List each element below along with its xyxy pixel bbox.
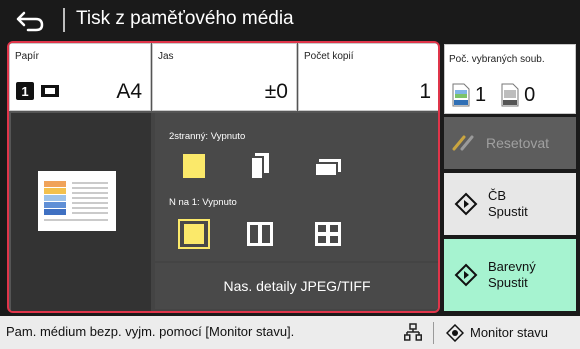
duplex-off-option[interactable] [177, 151, 211, 181]
short-edge-duplex-icon [314, 159, 341, 177]
nup-2-option[interactable] [243, 219, 277, 249]
four-pages-per-sheet-icon [315, 222, 341, 246]
back-arrow-icon [16, 11, 44, 32]
options-panel: 2stranný: Vypnuto N na 1: Vypnuto [155, 113, 438, 261]
color-start-button[interactable]: Barevný Spustit [444, 239, 576, 311]
two-pages-per-sheet-icon [247, 222, 273, 246]
nup-4-option[interactable] [311, 219, 345, 249]
tiff-file-icon [501, 83, 519, 107]
preview-panel [11, 113, 151, 311]
start-icon [454, 263, 478, 287]
status-message: Pam. médium bezp. vyjm. pomocí [Monitor … [6, 324, 295, 339]
copies-value: 1 [419, 80, 431, 103]
brightness-label: Jas [158, 51, 174, 62]
status-monitor-label: Monitor stavu [470, 325, 549, 340]
status-divider [433, 322, 434, 344]
one-page-per-sheet-icon [178, 219, 210, 249]
jpeg-count: 1 [475, 83, 487, 106]
color-start-line1: Barevný [488, 258, 536, 274]
jpeg-file-icon [452, 83, 470, 107]
copies-setting[interactable]: Počet kopií 1 [298, 43, 438, 111]
brightness-setting[interactable]: Jas ±0 [152, 43, 297, 111]
color-start-line2: Spustit [488, 275, 528, 290]
preview-thumbnail-icon [44, 181, 108, 221]
paper-size-value: A4 [116, 80, 142, 103]
lower-panel: 2stranný: Vypnuto N na 1: Vypnuto Nas. d… [11, 113, 438, 311]
long-edge-duplex-icon [250, 153, 269, 180]
header-divider [63, 8, 65, 32]
tray-number-icon: 1 [16, 82, 34, 100]
jpeg-tiff-details-button[interactable]: Nas. detaily JPEG/TIFF [155, 263, 438, 309]
page-title: Tisk z paměťového média [76, 8, 294, 29]
status-monitor-button[interactable]: Monitor stavu [440, 316, 580, 349]
duplex-long-edge-option[interactable] [243, 151, 277, 181]
paper-label: Papír [15, 51, 39, 62]
brightness-value: ±0 [264, 80, 288, 103]
single-sided-icon [183, 154, 205, 178]
network-icon [404, 323, 422, 341]
duplex-label: 2stranný: Vypnuto [169, 131, 246, 142]
reset-button[interactable]: Resetovat [444, 117, 576, 169]
document-preview [38, 171, 116, 231]
nup-label: N na 1: Vypnuto [169, 197, 237, 208]
tiff-count: 0 [524, 83, 536, 106]
paper-tray-icon [41, 85, 59, 97]
copies-label: Počet kopií [304, 51, 354, 62]
status-bar: Pam. médium bezp. vyjm. pomocí [Monitor … [0, 316, 580, 349]
bw-start-line2: Spustit [488, 204, 528, 219]
selected-files-tile: Poč. vybraných soub. 1 0 [444, 44, 576, 114]
reset-icon [452, 135, 474, 151]
paper-setting[interactable]: Papír 1 A4 [9, 43, 151, 111]
reset-label: Resetovat [486, 135, 550, 151]
start-icon [454, 192, 478, 216]
status-monitor-icon [446, 323, 464, 342]
settings-frame: Papír 1 A4 Jas ±0 Počet kopií 1 2stranný… [7, 41, 440, 313]
top-bar: Tisk z paměťového média [0, 0, 580, 38]
back-button[interactable] [10, 6, 50, 34]
bw-start-line1: ČB [488, 187, 507, 203]
nup-1-option[interactable] [177, 219, 211, 249]
duplex-short-edge-option[interactable] [311, 151, 345, 181]
selected-files-label: Poč. vybraných soub. [449, 54, 545, 65]
bw-start-button[interactable]: ČB Spustit [444, 173, 576, 235]
